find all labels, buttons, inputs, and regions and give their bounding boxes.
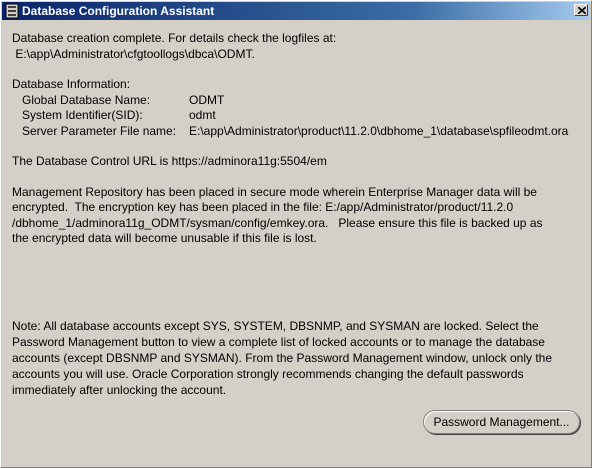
db-info-label: Server Parameter File name: bbox=[22, 123, 177, 138]
db-info-row: Global Database Name: ODMT bbox=[12, 93, 583, 109]
note-line: Note: All database accounts except SYS, … bbox=[12, 319, 539, 333]
title-bar[interactable]: Database Configuration Assistant bbox=[2, 2, 590, 20]
db-info-row: System Identifier(SID): odmt bbox=[12, 108, 583, 124]
database-icon bbox=[5, 3, 19, 19]
password-management-button[interactable]: Password Management... bbox=[423, 410, 580, 434]
dbca-dialog: Database Configuration Assistant Databas… bbox=[0, 0, 592, 468]
close-icon bbox=[578, 7, 586, 14]
completion-message: Database creation complete. For details … bbox=[12, 31, 337, 45]
password-note: Note: All database accounts except SYS, … bbox=[12, 318, 583, 398]
control-url-text: The Database Control URL is https://admi… bbox=[12, 154, 327, 168]
repository-line: the encrypted data will become unusable … bbox=[12, 231, 317, 245]
logfile-path: E:\app\Administrator\cfgtoollogs\dbca\OD… bbox=[12, 46, 255, 61]
db-info-value: odmt bbox=[189, 108, 216, 122]
db-info-header: Database Information: bbox=[12, 77, 131, 91]
content-area: Database creation complete. For details … bbox=[12, 31, 583, 247]
close-button[interactable] bbox=[574, 4, 588, 16]
db-info-label: System Identifier(SID): bbox=[22, 108, 143, 122]
repository-line: /dbhome_1/adminora11g_ODMT/sysman/config… bbox=[12, 215, 543, 230]
note-line: Password Management button to view a com… bbox=[12, 335, 545, 349]
window-title: Database Configuration Assistant bbox=[22, 4, 215, 18]
repository-line: encrypted. The encryption key has been p… bbox=[12, 200, 514, 214]
repository-line: Management Repository has been placed in… bbox=[12, 184, 537, 199]
db-info-label: Global Database Name: bbox=[22, 92, 151, 107]
note-line: immediately after unlocking the account. bbox=[12, 383, 227, 397]
db-info-value: ODMT bbox=[189, 92, 225, 107]
db-info-value: E:\app\Administrator\product\11.2.0\dbho… bbox=[189, 123, 569, 138]
note-line: accounts (except DBSNMP and SYSMAN). Fro… bbox=[12, 351, 553, 365]
note-line: accounts you will use. Oracle Corporatio… bbox=[12, 367, 524, 381]
db-info-row: Server Parameter File name: E:\app\Admin… bbox=[12, 124, 583, 140]
